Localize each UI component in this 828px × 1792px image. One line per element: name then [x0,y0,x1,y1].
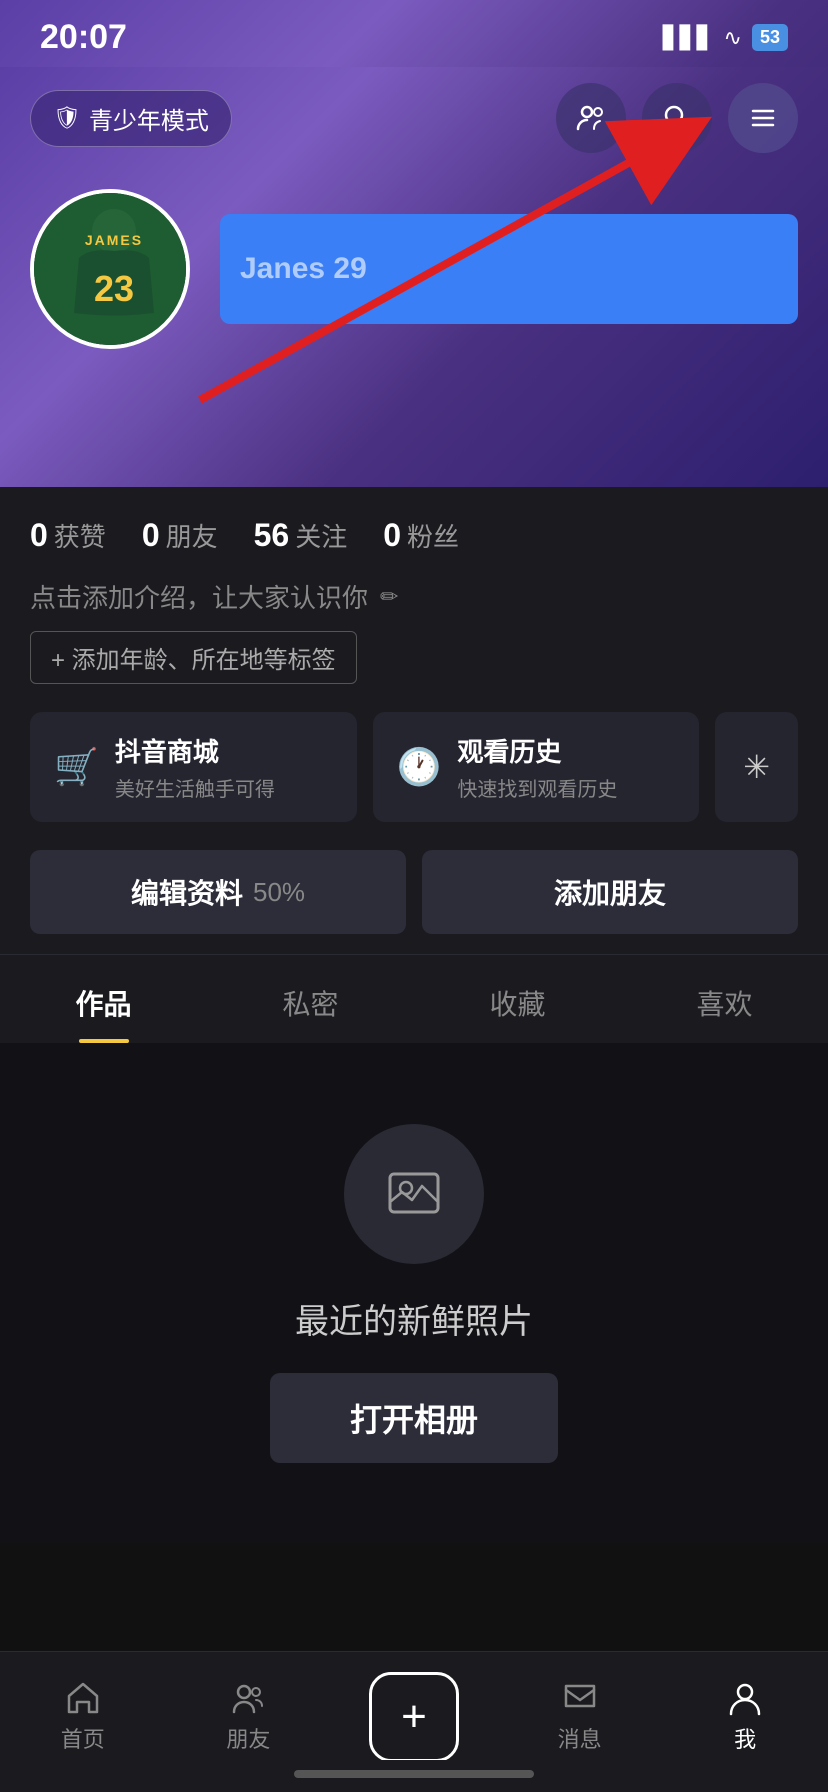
tab-private[interactable]: 私密 [207,955,414,1043]
nav-me-label: 我 [734,1722,756,1754]
open-album-label: 打开相册 [350,1402,478,1438]
fans-label: 粉丝 [407,517,459,554]
nav-friends[interactable]: 朋友 [166,1680,332,1754]
bio-text: 点击添加介绍，让大家认识你 [30,578,368,615]
nav-messages-label: 消息 [558,1722,602,1754]
svg-text:JAMES: JAMES [85,232,143,248]
stat-friends[interactable]: 0 朋友 [142,517,218,554]
svg-text:23: 23 [94,268,134,309]
likes-count: 0 [30,517,48,554]
wifi-icon: ∿ [724,25,742,51]
username-text: Janes 29 [240,252,367,286]
stat-likes[interactable]: 0 获赞 [30,517,106,554]
add-friend-label: 添加朋友 [554,872,666,912]
shop-title: 抖音商城 [115,732,275,769]
shop-subtitle: 美好生活触手可得 [115,773,275,802]
tab-collection[interactable]: 收藏 [414,955,621,1043]
empty-state-icon [344,1124,484,1264]
plus-icon: + [401,1692,427,1742]
history-icon: 🕐 [397,746,442,788]
nav-friends-label: 朋友 [226,1722,270,1754]
following-label: 关注 [295,517,347,554]
hero-section: 🛡 青少年模式 [0,67,828,487]
shop-text: 抖音商城 美好生活触手可得 [115,732,275,802]
plus-button[interactable]: + [369,1672,459,1762]
avatar[interactable]: 23 JAMES [30,189,190,349]
top-nav: 🛡 青少年模式 [0,67,828,169]
nav-home-label: 首页 [61,1722,105,1754]
edit-profile-button[interactable]: 编辑资料 50% [30,850,406,934]
friends-label: 朋友 [166,517,218,554]
shop-icon: 🛒 [54,746,99,788]
stats-row: 0 获赞 0 朋友 56 关注 0 粉丝 [30,517,798,554]
history-subtitle: 快速找到观看历史 [457,773,617,802]
youth-shield-icon: 🛡 [53,105,81,131]
nav-home[interactable]: 首页 [0,1680,166,1754]
open-album-button[interactable]: 打开相册 [270,1373,558,1463]
content-area: 最近的新鲜照片 打开相册 [0,1043,828,1543]
profile-row: 23 JAMES Janes 29 [0,169,828,379]
stat-following[interactable]: 56 关注 [254,517,348,554]
nav-icons [556,83,798,153]
menu-icon-button[interactable] [728,83,798,153]
edit-bio-icon: ✏ [380,584,398,610]
battery-badge: 53 [752,24,788,51]
tab-likes[interactable]: 喜欢 [621,955,828,1043]
status-icons: ▋▋▋ ∿ 53 [663,24,788,51]
following-count: 56 [254,517,290,554]
status-bar: 20:07 ▋▋▋ ∿ 53 [0,0,828,67]
quick-action-star[interactable]: ✳ [715,712,798,822]
quick-action-shop[interactable]: 🛒 抖音商城 美好生活触手可得 [30,712,357,822]
history-title: 观看历史 [457,732,617,769]
star-icon: ✳ [743,748,770,786]
likes-label: 获赞 [54,517,106,554]
tags-row: + 添加年龄、所在地等标签 [30,631,798,684]
tabs-row: 作品 私密 收藏 喜欢 [0,955,828,1043]
add-tag-label: + 添加年龄、所在地等标签 [51,640,336,675]
stats-section: 0 获赞 0 朋友 56 关注 0 粉丝 点击添加介绍，让大家认识你 ✏ + 添… [0,487,828,954]
quick-actions: 🛒 抖音商城 美好生活触手可得 🕐 观看历史 快速找到观看历史 ✳ [30,712,798,822]
edit-profile-label: 编辑资料 [131,872,243,912]
empty-title: 最近的新鲜照片 [295,1294,533,1343]
youth-mode-badge[interactable]: 🛡 青少年模式 [30,90,232,147]
status-time: 20:07 [40,18,127,57]
edit-progress: 50% [253,877,305,908]
stat-fans[interactable]: 0 粉丝 [383,517,459,554]
action-buttons: 编辑资料 50% 添加朋友 [30,850,798,934]
youth-mode-label: 青少年模式 [89,101,209,136]
tabs-section: 作品 私密 收藏 喜欢 [0,954,828,1043]
add-tag-button[interactable]: + 添加年龄、所在地等标签 [30,631,357,684]
search-icon-button[interactable] [642,83,712,153]
tab-works[interactable]: 作品 [0,955,207,1043]
add-friend-button[interactable]: 添加朋友 [422,850,798,934]
friends-icon-button[interactable] [556,83,626,153]
nav-messages[interactable]: 消息 [497,1680,663,1754]
username-box: Janes 29 [220,214,798,324]
fans-count: 0 [383,517,401,554]
history-text: 观看历史 快速找到观看历史 [457,732,617,802]
quick-action-history[interactable]: 🕐 观看历史 快速找到观看历史 [373,712,700,822]
friends-count: 0 [142,517,160,554]
nav-me[interactable]: 我 [662,1680,828,1754]
nav-plus[interactable]: + [331,1672,497,1762]
home-indicator [294,1770,534,1778]
signal-icon: ▋▋▋ [663,25,714,51]
bio-row[interactable]: 点击添加介绍，让大家认识你 ✏ [30,578,798,615]
